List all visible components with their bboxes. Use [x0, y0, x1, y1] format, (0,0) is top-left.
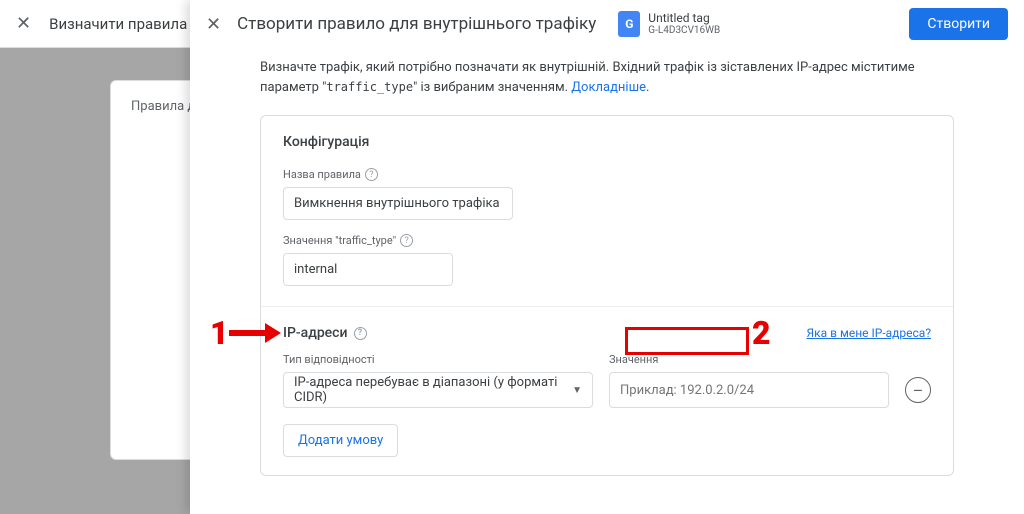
chevron-down-icon: ▼ [572, 385, 582, 396]
panel-title: Створити правило для внутрішнього трафік… [237, 14, 596, 34]
config-title: Конфігурація [283, 134, 931, 150]
bg-close-icon[interactable]: ✕ [16, 13, 31, 34]
config-card: Конфігурація Назва правила ? Вимкнення в… [260, 115, 954, 476]
annotation-2: 2 [752, 314, 771, 352]
add-condition-button[interactable]: Додати умову [283, 424, 398, 457]
create-button[interactable]: Створити [909, 8, 1008, 40]
divider [261, 306, 953, 307]
rule-name-label: Назва правила ? [283, 168, 931, 181]
panel-header: ✕ Створити правило для внутрішнього траф… [190, 0, 1024, 48]
description-text: Визначте трафік, який потрібно позначати… [260, 58, 954, 97]
annotation-1: 1 [210, 314, 281, 352]
learn-more-link[interactable]: Докладніше [571, 80, 646, 95]
condition-row: Тип відповідності IP-адреса перебуває в … [283, 353, 931, 408]
help-icon[interactable]: ? [354, 327, 367, 340]
value-label: Значення [609, 353, 889, 366]
help-icon[interactable]: ? [400, 234, 413, 247]
arrow-icon [229, 326, 281, 340]
help-icon[interactable]: ? [365, 168, 378, 181]
tag-icon: G [618, 11, 640, 37]
panel-body: Визначте трафік, який потрібно позначати… [190, 48, 1024, 476]
traffic-type-input[interactable]: internal [283, 253, 453, 286]
tag-id: G-L4D3CV16WB [648, 25, 720, 37]
tag-badge: G Untitled tag G-L4D3CV16WB [618, 11, 720, 37]
bg-title: Визначити правила д [49, 15, 200, 33]
match-type-select[interactable]: IP-адреса перебуває в діапазоні (у форма… [283, 372, 593, 408]
value-input[interactable] [609, 372, 889, 408]
ip-section-title: IP-адреси ? [283, 325, 367, 341]
my-ip-link[interactable]: Яка в мене IP-адреса? [807, 326, 932, 340]
traffic-type-label: Значення "traffic_type" ? [283, 234, 931, 247]
tag-name: Untitled tag [648, 11, 720, 25]
match-type-label: Тип відповідності [283, 353, 593, 366]
remove-condition-button[interactable]: – [905, 377, 931, 403]
panel-close-icon[interactable]: ✕ [206, 14, 221, 35]
create-rule-panel: ✕ Створити правило для внутрішнього траф… [190, 0, 1024, 514]
rule-name-input[interactable]: Вимкнення внутрішнього трафіка [283, 187, 513, 220]
